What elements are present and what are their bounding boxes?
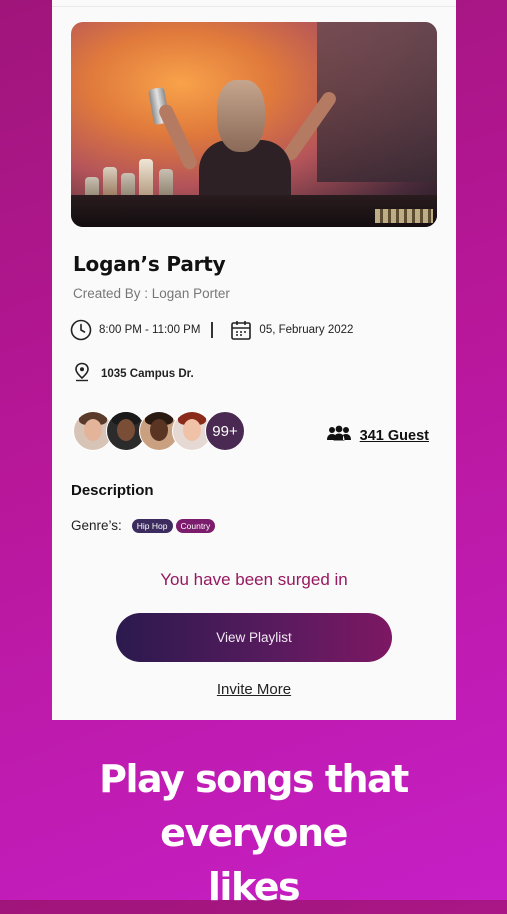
event-title: Logan’s Party xyxy=(73,252,226,276)
guest-count-label[interactable]: 341 Guest xyxy=(360,428,429,444)
genre-chip[interactable]: Country xyxy=(175,518,216,533)
divider xyxy=(211,322,214,338)
event-time: 8:00 PM - 11:00 PM xyxy=(99,324,201,336)
group-icon xyxy=(326,425,352,446)
invite-more-link[interactable]: Invite More xyxy=(52,681,456,698)
genre-row: Genre’s: Hip Hop Country xyxy=(71,518,218,533)
genre-chip[interactable]: Hip Hop xyxy=(131,518,173,533)
promo-caption-line: Play songs that everyone xyxy=(99,757,409,855)
more-guests-badge[interactable]: 99+ xyxy=(205,411,245,451)
surge-status-message: You have been surged in xyxy=(160,570,348,589)
clock-icon xyxy=(69,318,93,342)
view-playlist-button[interactable]: View Playlist xyxy=(116,613,392,662)
event-address: 1035 Campus Dr. xyxy=(101,367,194,380)
promo-caption: Play songs that everyone likes xyxy=(0,752,507,914)
calendar-icon xyxy=(229,318,253,342)
event-card: Logan’s Party Created By : Logan Porter … xyxy=(52,0,456,720)
invite-more-label[interactable]: Invite More xyxy=(217,681,291,698)
event-location-row: 1035 Campus Dr. xyxy=(73,362,194,385)
event-date: 05, February 2022 xyxy=(259,324,354,336)
event-time-date-row: 8:00 PM - 11:00 PM 05, February 2022 xyxy=(69,318,353,342)
genre-label: Genre’s: xyxy=(71,518,122,533)
event-creator: Created By : Logan Porter xyxy=(73,286,230,301)
promo-caption-line: likes xyxy=(207,865,301,909)
event-cover-image xyxy=(71,22,437,227)
description-heading: Description xyxy=(71,482,154,499)
map-pin-icon xyxy=(73,362,91,385)
guest-count-link[interactable]: 341 Guest xyxy=(326,425,429,446)
divider xyxy=(52,6,456,7)
